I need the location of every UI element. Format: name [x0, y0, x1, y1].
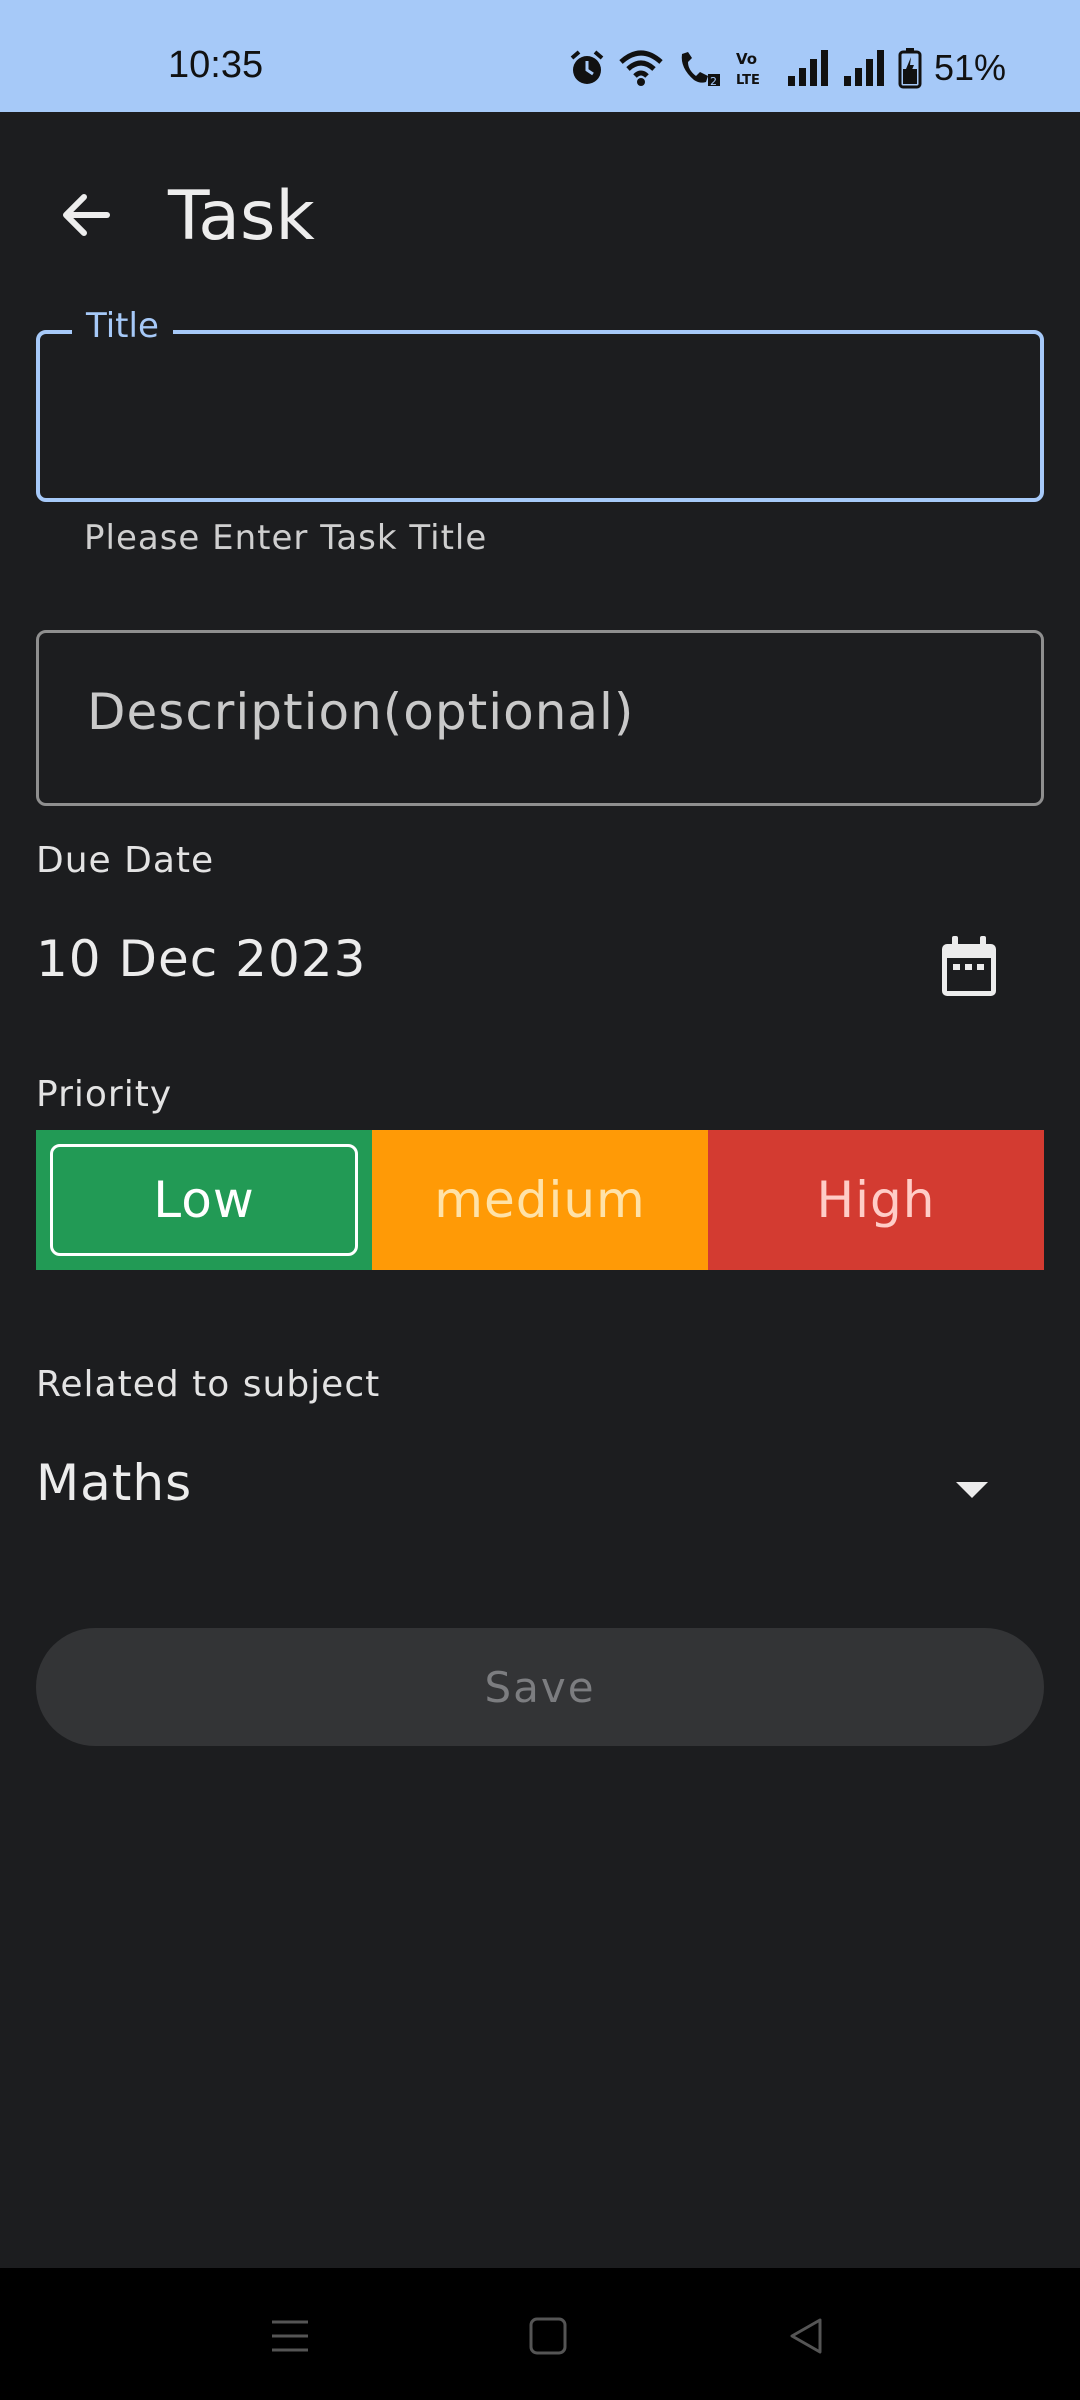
status-icons: 2 Vo LTE 51% [568, 47, 1006, 89]
priority-medium-label: medium [434, 1171, 646, 1229]
app-bar: Task [0, 112, 1080, 302]
title-helper-text: Please Enter Task Title [84, 518, 488, 558]
signal-icon [786, 48, 830, 88]
alarm-icon [568, 48, 606, 88]
nav-back-button[interactable] [776, 2308, 836, 2368]
page-title: Task [168, 177, 315, 256]
description-placeholder: Description(optional) [87, 683, 635, 741]
menu-icon [270, 2316, 310, 2360]
volte-icon: Vo LTE [734, 48, 774, 88]
arrow-left-icon [57, 187, 113, 247]
priority-medium-option[interactable]: medium [372, 1130, 708, 1270]
subject-label: Related to subject [36, 1364, 381, 1405]
svg-text:Vo: Vo [736, 50, 757, 68]
due-date-value[interactable]: 10 Dec 2023 [36, 930, 366, 988]
priority-low-option[interactable]: Low [36, 1130, 372, 1270]
nav-menu-button[interactable] [260, 2308, 320, 2368]
battery-percent: 51% [933, 47, 1006, 88]
due-date-label: Due Date [36, 840, 215, 881]
signal-icon [842, 48, 886, 88]
status-bar: 10:35 2 Vo LTE 51% [0, 0, 1080, 112]
status-time: 10:35 [168, 44, 264, 86]
priority-low-label: Low [153, 1171, 255, 1229]
wifi-call-icon: 2 [676, 48, 722, 88]
task-screen: 10:35 2 Vo LTE 51% Task Title Please Ent… [0, 0, 1080, 2400]
svg-text:2: 2 [710, 75, 717, 88]
calendar-icon [938, 936, 1000, 1006]
title-input[interactable] [68, 374, 1012, 456]
priority-selector: Low medium High [36, 1130, 1044, 1270]
back-button[interactable] [40, 172, 130, 262]
calendar-button[interactable] [938, 934, 1000, 1002]
back-icon [786, 2316, 826, 2360]
subject-dropdown[interactable]: Maths [36, 1440, 1044, 1536]
priority-label: Priority [36, 1074, 173, 1115]
priority-high-label: High [816, 1171, 936, 1229]
caret-down-icon [954, 1480, 990, 1504]
title-field-label: Title [72, 302, 173, 350]
battery-charging-icon [898, 47, 922, 89]
priority-high-option[interactable]: High [708, 1130, 1044, 1270]
wifi-icon [618, 48, 664, 88]
navigation-bar [0, 2268, 1080, 2400]
nav-home-button[interactable] [518, 2308, 578, 2368]
title-field[interactable] [36, 330, 1044, 502]
svg-text:LTE: LTE [736, 73, 760, 88]
description-field[interactable]: Description(optional) [36, 630, 1044, 806]
save-button[interactable]: Save [36, 1628, 1044, 1746]
home-icon [528, 2316, 568, 2360]
subject-value: Maths [36, 1454, 193, 1512]
